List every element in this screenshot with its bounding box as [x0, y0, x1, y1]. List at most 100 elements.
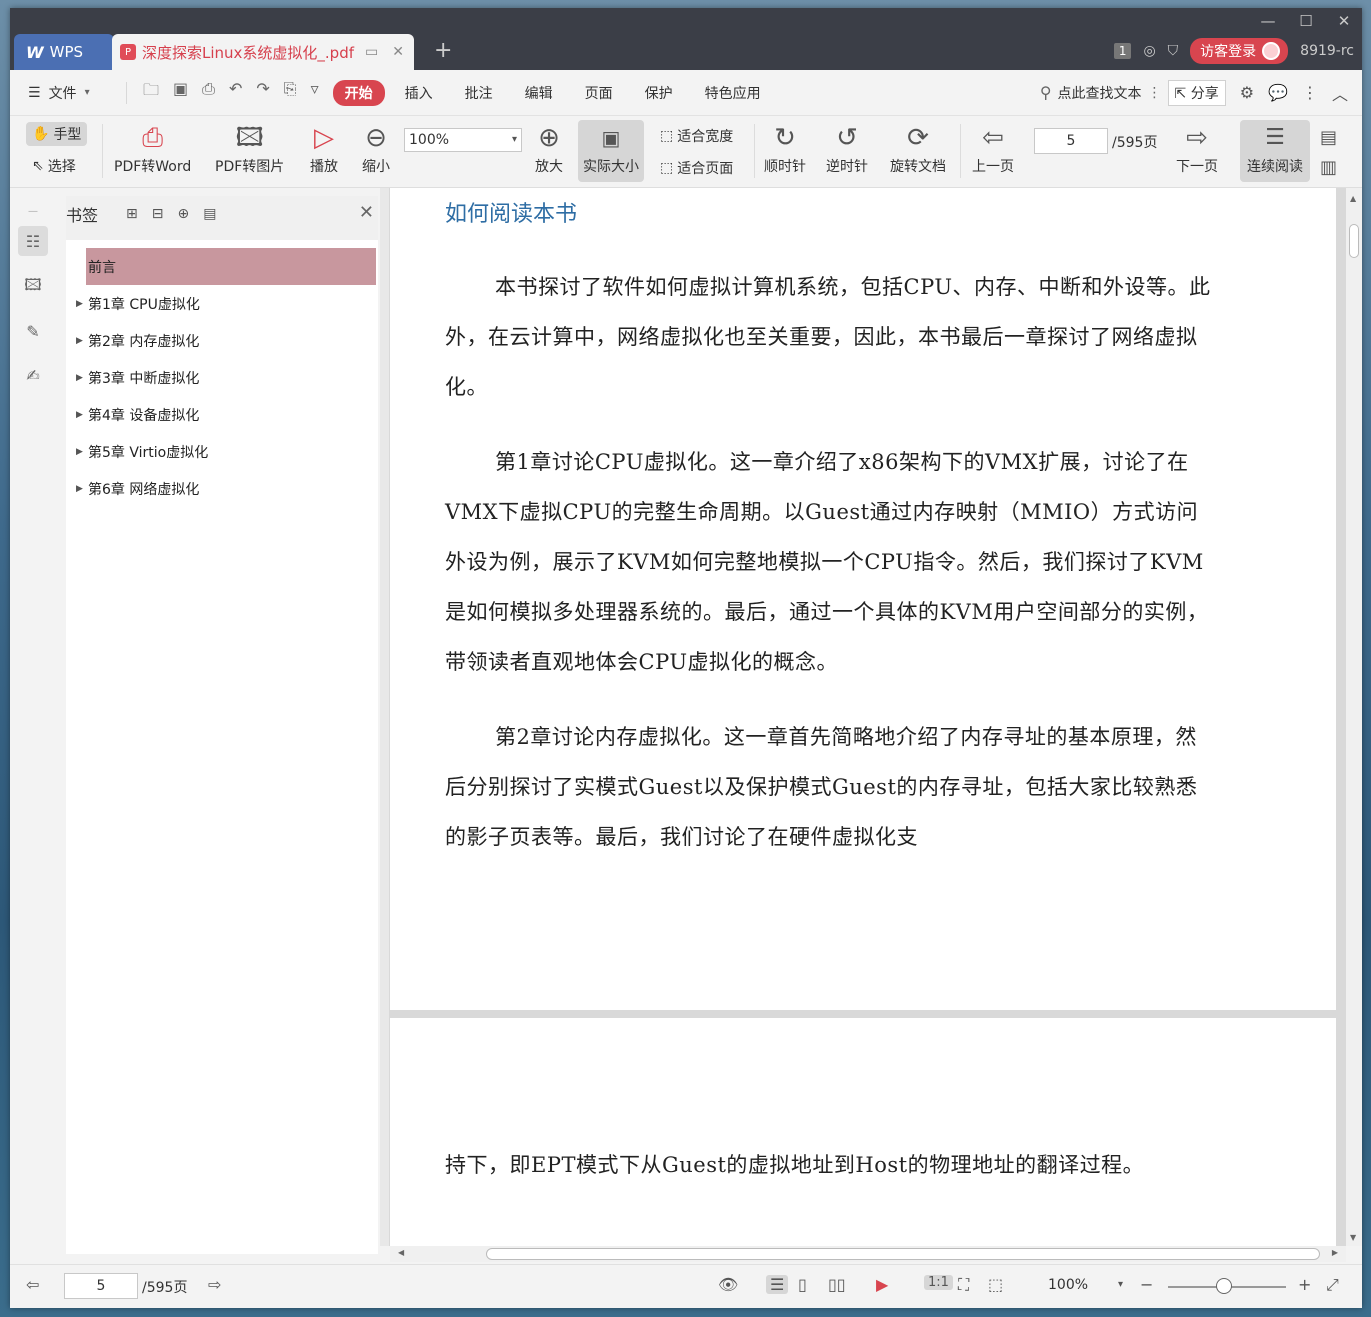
fit-width-status-icon[interactable]: ⬚: [988, 1275, 1003, 1294]
bookmark-item-chapter-6[interactable]: ▶ 第6章 网络虚拟化: [66, 470, 378, 507]
pdf-to-word-button[interactable]: ⎙ PDF转Word: [114, 122, 191, 176]
bookmark-item-chapter-3[interactable]: ▶ 第3章 中断虚拟化: [66, 359, 378, 396]
zoom-select[interactable]: 100%: [404, 128, 522, 152]
tab-protect[interactable]: 保护: [633, 80, 685, 106]
actual-size-status-icon[interactable]: 1:1: [924, 1275, 953, 1290]
tab-special-apps[interactable]: 特色应用: [693, 80, 773, 106]
expand-arrow-icon[interactable]: ▶: [76, 447, 83, 457]
pin-icon[interactable]: ▭: [365, 44, 378, 60]
zoom-plus-icon[interactable]: +: [1298, 1275, 1311, 1294]
add-bookmark-icon[interactable]: ⊕: [177, 206, 189, 222]
save-icon[interactable]: ▣: [173, 79, 188, 106]
annotation-icon[interactable]: ✎: [18, 316, 48, 346]
scroll-up-icon[interactable]: ▲: [1350, 194, 1356, 203]
eye-protection-icon[interactable]: 👁: [718, 1275, 738, 1294]
zoom-out-button[interactable]: ⊖ 缩小: [362, 122, 390, 176]
kebab-menu-icon[interactable]: ⋮: [1302, 83, 1318, 102]
fit-width-button[interactable]: ⬚ 适合宽度: [660, 126, 733, 146]
prev-page-button[interactable]: ⇦ 上一页: [972, 122, 1014, 176]
vertical-scroll-thumb[interactable]: [1349, 224, 1359, 258]
fit-page-button[interactable]: ⬚ 适合页面: [660, 158, 733, 178]
horizontal-scroll-thumb[interactable]: [486, 1248, 1320, 1260]
maximize-icon[interactable]: ☐: [1296, 12, 1316, 30]
tab-edit[interactable]: 编辑: [513, 80, 565, 106]
more-vertical-icon[interactable]: ⋮: [1148, 85, 1162, 101]
guest-login-button[interactable]: 访客登录: [1190, 38, 1289, 64]
zoom-level[interactable]: 100%: [1048, 1277, 1088, 1293]
two-page-view-icon[interactable]: ▯▯: [828, 1275, 846, 1294]
scroll-right-icon[interactable]: ▶: [1332, 1248, 1338, 1257]
single-page-view-icon[interactable]: ▯: [798, 1275, 807, 1294]
gear-icon[interactable]: ⚙: [1240, 83, 1254, 102]
comment-icon[interactable]: 💬: [1268, 83, 1288, 102]
expand-arrow-icon[interactable]: ▶: [76, 373, 83, 383]
close-window-icon[interactable]: ✕: [1334, 12, 1354, 30]
continuous-view-icon[interactable]: ☰: [766, 1275, 789, 1294]
continuous-read-button[interactable]: ☰ 连续阅读: [1240, 120, 1310, 182]
tab-annotate[interactable]: 批注: [453, 80, 505, 106]
expand-arrow-icon[interactable]: ▶: [76, 336, 83, 346]
window-count-badge[interactable]: 1: [1113, 43, 1132, 59]
next-page-button[interactable]: ⇨ 下一页: [1176, 122, 1218, 176]
thumbnail-icon[interactable]: 🖾: [18, 272, 48, 302]
export-icon[interactable]: ⎘: [284, 79, 297, 106]
undo-icon[interactable]: ↶: [229, 79, 242, 106]
expand-all-icon[interactable]: ⊞: [126, 206, 138, 222]
bookmark-item-chapter-2[interactable]: ▶ 第2章 内存虚拟化: [66, 322, 378, 359]
expand-arrow-icon[interactable]: ▶: [76, 410, 83, 420]
share-button[interactable]: ⇱ 分享: [1167, 79, 1226, 106]
tab-start[interactable]: 开始: [332, 79, 385, 106]
zoom-minus-icon[interactable]: −: [1140, 1275, 1153, 1294]
tab-insert[interactable]: 插入: [393, 80, 445, 106]
select-tool-button[interactable]: ⇖ 选择: [32, 156, 76, 176]
signature-icon[interactable]: ✍: [18, 360, 48, 390]
zoom-in-button[interactable]: ⊕ 放大: [535, 122, 563, 176]
tab-wps-home[interactable]: W WPS: [14, 34, 114, 70]
zoom-dropdown-icon[interactable]: ▾: [1118, 1279, 1123, 1290]
scroll-left-icon[interactable]: ◀: [398, 1248, 404, 1257]
status-page-input[interactable]: 5: [64, 1273, 138, 1299]
close-panel-icon[interactable]: ✕: [359, 202, 374, 223]
bookmark-panel-icon[interactable]: ☷: [18, 226, 48, 256]
expand-arrow-icon[interactable]: ▶: [76, 299, 83, 309]
status-prev-page-icon[interactable]: ⇦: [26, 1275, 39, 1294]
horizontal-scrollbar[interactable]: ◀ ▶: [390, 1246, 1346, 1262]
hand-tool-button[interactable]: ✋ 手型: [26, 122, 88, 146]
two-page-button[interactable]: ▥: [1320, 152, 1337, 184]
pdf-to-image-button[interactable]: 🖾 PDF转图片: [215, 122, 284, 176]
actual-size-button[interactable]: ▣ 实际大小: [578, 120, 644, 182]
new-tab-button[interactable]: +: [434, 38, 452, 63]
rotate-document-button[interactable]: ⟳ 旋转文档: [890, 122, 946, 176]
bookmark-settings-icon[interactable]: ▤: [203, 206, 216, 222]
expand-arrow-icon[interactable]: ▶: [76, 484, 83, 494]
single-page-button[interactable]: ▤: [1320, 122, 1337, 154]
minimize-icon[interactable]: —: [1258, 12, 1278, 30]
rotate-counter-clockwise-button[interactable]: ↺ 逆时针: [826, 122, 868, 176]
shirt-icon[interactable]: ⛉: [1168, 43, 1179, 59]
bookmark-item-preface[interactable]: 前言: [86, 248, 376, 285]
close-tab-icon[interactable]: ✕: [392, 44, 404, 60]
collapse-all-icon[interactable]: ⊟: [152, 206, 164, 222]
zoom-slider-knob[interactable]: [1216, 1278, 1232, 1294]
panel-splitter[interactable]: [380, 188, 390, 1246]
fit-page-status-icon[interactable]: ⛶: [958, 1275, 969, 1295]
page-number-input[interactable]: 5: [1034, 128, 1108, 154]
scroll-down-icon[interactable]: ▼: [1350, 1233, 1356, 1242]
more-dropdown-icon[interactable]: ▿: [311, 79, 319, 106]
tab-document[interactable]: P 深度探索Linux系统虚拟化_.pdf ▭ ✕: [112, 34, 414, 70]
bookmark-item-chapter-4[interactable]: ▶ 第4章 设备虚拟化: [66, 396, 378, 433]
open-folder-icon[interactable]: 🗀: [143, 79, 159, 106]
vertical-scrollbar[interactable]: ▲ ▼: [1346, 188, 1362, 1246]
bookmark-item-chapter-1[interactable]: ▶ 第1章 CPU虚拟化: [66, 285, 378, 322]
play-slideshow-icon[interactable]: ▶: [876, 1275, 888, 1294]
redo-icon[interactable]: ↷: [256, 79, 269, 106]
print-icon[interactable]: ⎙: [202, 79, 215, 106]
document-viewport[interactable]: 如何阅读本书 本书探讨了软件如何虚拟计算机系统，包括CPU、内存、中断和外设等。…: [390, 188, 1346, 1246]
drag-handle-icon[interactable]: —: [18, 196, 48, 226]
fullscreen-icon[interactable]: ⤢: [1326, 1275, 1339, 1295]
skin-icon[interactable]: ◎: [1143, 43, 1155, 59]
rotate-clockwise-button[interactable]: ↻ 顺时针: [764, 122, 806, 176]
status-next-page-icon[interactable]: ⇨: [208, 1275, 221, 1294]
bookmark-item-chapter-5[interactable]: ▶ 第5章 Virtio虚拟化: [66, 433, 378, 470]
tab-page[interactable]: 页面: [573, 80, 625, 106]
